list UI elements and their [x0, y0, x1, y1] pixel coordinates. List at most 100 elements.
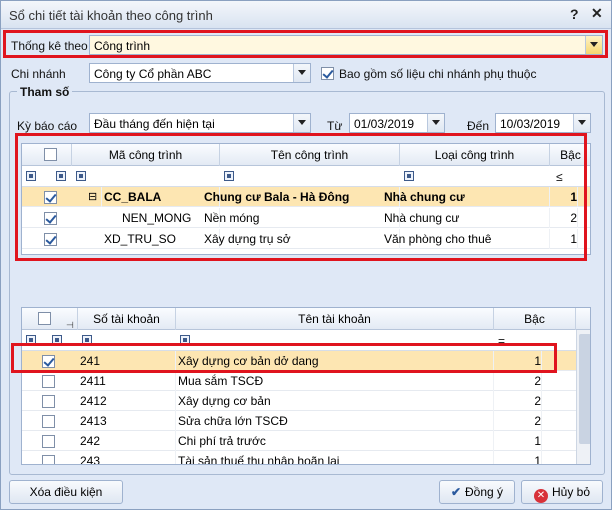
table-row[interactable]: 242 Chi phí trả trước 1: [22, 431, 576, 451]
chevron-down-icon: [590, 42, 598, 47]
col-project-name[interactable]: Tên công trình: [220, 144, 400, 166]
branch-combo[interactable]: Công ty Cổ phần ABC: [89, 63, 311, 83]
filter-icon[interactable]: [52, 335, 62, 345]
table-row[interactable]: 2412 Xây dựng cơ bản 2: [22, 391, 576, 411]
filter-icon[interactable]: [82, 335, 92, 345]
account-level: 2: [494, 391, 542, 411]
account-level: 2: [494, 371, 542, 391]
accounts-select-all-checkbox[interactable]: [38, 312, 51, 325]
row-checkbox[interactable]: [42, 435, 55, 448]
account-name: Tài sản thuế thu nhập hoãn lại: [178, 451, 494, 464]
from-date-button[interactable]: [427, 114, 444, 132]
ok-label: Đồng ý: [465, 485, 504, 499]
col-project-code[interactable]: Mã công trình: [72, 144, 220, 166]
table-row[interactable]: 2411 Mua sắm TSCĐ 2: [22, 371, 576, 391]
col-account-level[interactable]: Bậc: [494, 308, 576, 330]
statistic-combo[interactable]: Công trình: [89, 35, 603, 55]
row-checkbox[interactable]: [42, 395, 55, 408]
col-account-name[interactable]: Tên tài khoản: [176, 308, 494, 330]
account-name: Sửa chữa lớn TSCĐ: [178, 411, 494, 431]
period-label: Kỳ báo cáo: [17, 119, 78, 133]
accounts-grid: ⊣ Số tài khoản Tên tài khoản Bậc = 241 X…: [21, 307, 591, 465]
project-type: Nhà chung cư: [384, 187, 550, 207]
from-date-picker[interactable]: 01/03/2019: [349, 113, 445, 133]
dialog-title: Sổ chi tiết tài khoản theo công trình: [9, 8, 213, 23]
from-label: Từ: [327, 119, 343, 133]
accounts-scrollbar[interactable]: [576, 330, 590, 464]
filter-icon[interactable]: [26, 171, 36, 181]
col-account-no[interactable]: Số tài khoản: [78, 308, 176, 330]
filter-icon[interactable]: [404, 171, 414, 181]
table-row[interactable]: 241 Xây dựng cơ bản dở dang 1: [22, 351, 576, 371]
cancel-button[interactable]: ✕ Hủy bỏ: [521, 480, 603, 504]
account-no: 241: [80, 351, 176, 371]
level-filter-operator[interactable]: =: [498, 334, 505, 348]
to-label: Đến: [467, 119, 490, 133]
close-icon[interactable]: ✕: [591, 5, 603, 22]
account-no: 2411: [80, 371, 176, 391]
table-row[interactable]: ⊟ CC_BALA Chung cư Bala - Hà Đông Nhà ch…: [22, 187, 590, 207]
row-checkbox[interactable]: [44, 191, 57, 204]
filter-icon[interactable]: [56, 171, 66, 181]
scrollbar-thumb[interactable]: [579, 334, 590, 444]
branch-dropdown-button[interactable]: [293, 64, 310, 82]
period-dropdown-button[interactable]: [293, 114, 310, 132]
row-checkbox[interactable]: [42, 415, 55, 428]
ok-button[interactable]: ✔ Đồng ý: [439, 480, 515, 504]
projects-select-all-checkbox[interactable]: [44, 148, 57, 161]
account-no: 243: [80, 451, 176, 464]
account-level: 1: [494, 351, 542, 371]
row-checkbox[interactable]: [42, 355, 55, 368]
accounts-filter-row: =: [22, 330, 590, 351]
chevron-down-icon: [578, 120, 586, 125]
branch-label: Chi nhánh: [11, 67, 66, 81]
account-name: Mua sắm TSCĐ: [178, 371, 494, 391]
account-level: 1: [494, 431, 542, 451]
row-checkbox[interactable]: [42, 375, 55, 388]
help-icon[interactable]: ?: [570, 6, 579, 22]
statistic-dropdown-button[interactable]: [585, 36, 602, 54]
row-checkbox[interactable]: [44, 233, 57, 246]
account-level: 1: [494, 451, 542, 464]
accounts-grid-header: ⊣ Số tài khoản Tên tài khoản Bậc: [22, 308, 590, 330]
to-date-value: 10/03/2019: [500, 117, 561, 131]
project-code: CC_BALA: [104, 187, 220, 207]
col-project-level[interactable]: Bậc: [550, 144, 590, 166]
account-name: Xây dựng cơ bản: [178, 391, 494, 411]
period-combo[interactable]: Đầu tháng đến hiện tại: [89, 113, 311, 133]
filter-icon[interactable]: [180, 335, 190, 345]
to-date-button[interactable]: [573, 114, 590, 132]
account-level: 2: [494, 411, 542, 431]
cancel-label: Hủy bỏ: [551, 485, 591, 499]
account-name: Xây dựng cơ bản dở dang: [178, 351, 494, 371]
project-type: Nhà chung cư: [384, 208, 550, 228]
branch-value: Công ty Cổ phần ABC: [94, 67, 212, 81]
statistic-label: Thống kê theo: [11, 39, 88, 53]
projects-filter-row: ≤: [22, 166, 590, 187]
include-branch-label: Bao gồm số liệu chi nhánh phụ thuộc: [339, 67, 537, 81]
row-checkbox[interactable]: [44, 212, 57, 225]
params-group-title: Tham số: [17, 85, 73, 99]
table-row[interactable]: 2413 Sửa chữa lớn TSCĐ 2: [22, 411, 576, 431]
check-icon: ✔: [450, 485, 462, 499]
table-row[interactable]: XD_TRU_SO Xây dựng trụ sở Văn phòng cho …: [22, 229, 590, 249]
col-project-type[interactable]: Loại công trình: [400, 144, 550, 166]
level-filter-operator[interactable]: ≤: [556, 170, 563, 184]
table-row[interactable]: NEN_MONG Nền móng Nhà chung cư 2: [22, 208, 590, 228]
filter-icon[interactable]: [76, 171, 86, 181]
clear-conditions-button[interactable]: Xóa điều kiện: [9, 480, 123, 504]
include-branch-checkbox[interactable]: [321, 67, 334, 80]
cancel-icon: ✕: [533, 489, 548, 503]
from-date-value: 01/03/2019: [354, 117, 415, 131]
to-date-picker[interactable]: 10/03/2019: [495, 113, 591, 133]
table-row[interactable]: 243 Tài sản thuế thu nhập hoãn lại 1: [22, 451, 576, 464]
filter-icon[interactable]: [26, 335, 36, 345]
account-no: 242: [80, 431, 176, 451]
row-checkbox[interactable]: [42, 455, 55, 464]
pin-icon[interactable]: ⊣: [66, 314, 74, 330]
collapse-icon[interactable]: ⊟: [88, 187, 102, 207]
project-name: Chung cư Bala - Hà Đông: [204, 187, 400, 207]
filter-icon[interactable]: [224, 171, 234, 181]
project-code: XD_TRU_SO: [104, 229, 220, 249]
account-name: Chi phí trả trước: [178, 431, 494, 451]
